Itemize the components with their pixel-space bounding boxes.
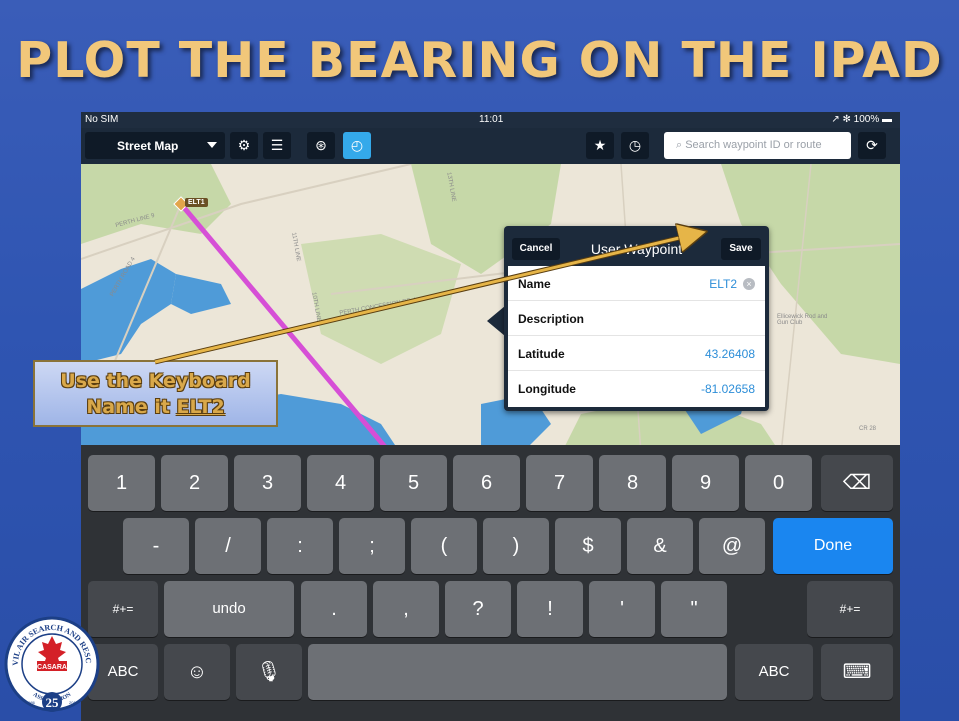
- waypoint-label[interactable]: ELT1: [185, 198, 208, 207]
- compass-button[interactable]: ⊛: [307, 132, 335, 159]
- instruction-callout: Use the Keyboard Name it ELT2: [33, 360, 278, 427]
- key-at[interactable]: @: [699, 518, 765, 574]
- hide-keyboard-key[interactable]: ⌨: [821, 644, 893, 700]
- description-row[interactable]: Description: [508, 301, 765, 336]
- longitude-row[interactable]: Longitude -81.02658: [508, 371, 765, 406]
- battery-indicator: ↗ ✻ 100% ▬: [831, 114, 892, 125]
- chevron-down-icon: [207, 142, 217, 148]
- emoji-key[interactable]: ☺: [164, 644, 230, 700]
- refresh-button[interactable]: ⟳: [858, 132, 886, 159]
- map-toolbar: Street Map ⚙ ☰ ⊛ ◴ ★ ◷ ⌕ Search waypoint…: [81, 128, 900, 164]
- key-8[interactable]: 8: [599, 455, 666, 511]
- key-4[interactable]: 4: [307, 455, 374, 511]
- undo-key[interactable]: undo: [164, 581, 294, 637]
- key-ampersand[interactable]: &: [627, 518, 693, 574]
- waypoint-form: Name ELT2 × Description Latitude 43.2640…: [508, 266, 765, 407]
- compass-icon: ⊛: [315, 137, 327, 153]
- favorites-icon: ★: [593, 137, 607, 153]
- casara-logo: CIVIL AIR SEARCH AND RESCUE ASSOCIATION …: [4, 612, 100, 712]
- key-quote[interactable]: ": [661, 581, 727, 637]
- backspace-icon: ⌫: [842, 472, 872, 494]
- key-6[interactable]: 6: [453, 455, 520, 511]
- logo-year-left: 1986: [26, 700, 36, 705]
- logo-year-right: 2011: [69, 700, 78, 705]
- key-apostrophe[interactable]: ': [589, 581, 655, 637]
- emoji-icon: ☺: [186, 661, 208, 683]
- key-2[interactable]: 2: [161, 455, 228, 511]
- key-0[interactable]: 0: [745, 455, 812, 511]
- callout-prefix: Name it: [86, 396, 177, 418]
- layers-button[interactable]: ☰: [263, 132, 291, 159]
- logo-center-text: CASARA: [37, 664, 67, 671]
- key-period[interactable]: .: [301, 581, 367, 637]
- onscreen-keyboard: 1 2 3 4 5 6 7 8 9 0 ⌫ - / : ; ( ) $ & @ …: [81, 445, 900, 721]
- key-dollar[interactable]: $: [555, 518, 621, 574]
- key-question[interactable]: ?: [445, 581, 511, 637]
- callout-line-2: Name it ELT2: [35, 394, 276, 420]
- dictation-key[interactable]: 🎙: [236, 644, 302, 700]
- key-semicolon[interactable]: ;: [339, 518, 405, 574]
- key-3[interactable]: 3: [234, 455, 301, 511]
- clock-label: 11:01: [479, 114, 504, 125]
- map-label: Ellicewick Rod and Gun Club: [777, 314, 828, 326]
- key-5[interactable]: 5: [380, 455, 447, 511]
- gear-icon: ⚙: [237, 137, 251, 153]
- popover-arrow: [487, 306, 505, 336]
- description-label: Description: [518, 312, 585, 326]
- search-icon: ⌕: [676, 139, 686, 151]
- waypoint-search-input[interactable]: ⌕ Search waypoint ID or route: [664, 132, 851, 159]
- latitude-row[interactable]: Latitude 43.26408: [508, 336, 765, 371]
- status-bar: No SIM 11:01 ↗ ✻ 100% ▬: [81, 112, 900, 128]
- map-type-label: Street Map: [117, 139, 179, 153]
- key-9[interactable]: 9: [672, 455, 739, 511]
- refresh-icon: ⟳: [866, 137, 878, 153]
- key-exclamation[interactable]: !: [517, 581, 583, 637]
- search-placeholder: Search waypoint ID or route: [685, 139, 822, 151]
- key-colon[interactable]: :: [267, 518, 333, 574]
- user-waypoint-popover: Cancel User Waypoint Save Name ELT2 × De…: [504, 226, 769, 411]
- recent-button[interactable]: ◷: [621, 132, 649, 159]
- longitude-field[interactable]: -81.02658: [701, 382, 755, 396]
- timer-icon: ◴: [350, 137, 364, 153]
- map-label: CR 28: [859, 426, 877, 432]
- timer-button[interactable]: ◴: [343, 132, 371, 159]
- name-row[interactable]: Name ELT2 ×: [508, 266, 765, 301]
- callout-value: ELT2: [176, 396, 225, 418]
- logo-anniversary: 25: [46, 695, 60, 710]
- layers-icon: ☰: [270, 137, 284, 153]
- latitude-label: Latitude: [518, 347, 565, 361]
- callout-line-1: Use the Keyboard: [60, 370, 251, 392]
- longitude-label: Longitude: [518, 382, 576, 396]
- save-button[interactable]: Save: [721, 238, 761, 260]
- key-comma[interactable]: ,: [373, 581, 439, 637]
- key-1[interactable]: 1: [88, 455, 155, 511]
- key-slash[interactable]: /: [195, 518, 261, 574]
- clear-icon[interactable]: ×: [743, 278, 755, 290]
- delete-key[interactable]: ⌫: [821, 455, 893, 511]
- done-button[interactable]: Done: [773, 518, 893, 574]
- clock-icon: ◷: [628, 137, 642, 153]
- microphone-icon: 🎙: [256, 661, 282, 683]
- key-open-paren[interactable]: (: [411, 518, 477, 574]
- name-field[interactable]: ELT2: [709, 277, 737, 291]
- carrier-label: No SIM: [85, 114, 119, 125]
- space-bar[interactable]: [308, 644, 727, 700]
- latitude-field[interactable]: 43.26408: [705, 347, 755, 361]
- key-close-paren[interactable]: ): [483, 518, 549, 574]
- slide-title: PLOT THE BEARING ON THE IPAD: [16, 32, 943, 89]
- keyboard-icon: ⌨: [842, 661, 872, 683]
- abc-key-right[interactable]: ABC: [735, 644, 813, 700]
- map-type-dropdown[interactable]: Street Map: [85, 132, 225, 159]
- popover-title: User Waypoint: [590, 241, 683, 257]
- key-7[interactable]: 7: [526, 455, 593, 511]
- favorites-button[interactable]: ★: [586, 132, 614, 159]
- cancel-button[interactable]: Cancel: [512, 238, 560, 260]
- symbols-key-right[interactable]: #+=: [807, 581, 893, 637]
- settings-button[interactable]: ⚙: [230, 132, 258, 159]
- key-dash[interactable]: -: [123, 518, 189, 574]
- name-label: Name: [518, 277, 551, 291]
